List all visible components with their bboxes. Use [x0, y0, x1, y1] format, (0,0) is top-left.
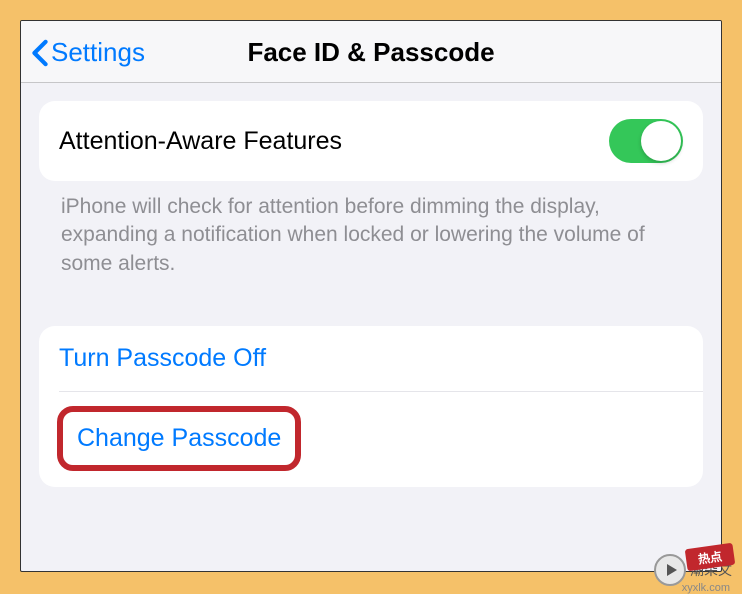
watermark-url: xyxlk.com — [682, 582, 730, 594]
turn-passcode-off-row[interactable]: Turn Passcode Off — [39, 326, 703, 391]
back-button[interactable]: Settings — [31, 37, 145, 68]
attention-group: Attention-Aware Features — [39, 101, 703, 181]
attention-aware-toggle[interactable] — [609, 119, 683, 163]
chevron-left-icon — [31, 39, 49, 67]
highlight-annotation: Change Passcode — [57, 406, 301, 471]
change-passcode-row[interactable]: Change Passcode — [39, 392, 703, 487]
back-label: Settings — [51, 37, 145, 68]
attention-aware-label: Attention-Aware Features — [59, 127, 342, 156]
navbar: Settings Face ID & Passcode — [21, 21, 721, 83]
passcode-group: Turn Passcode Off Change Passcode — [39, 326, 703, 487]
settings-screen: Settings Face ID & Passcode Attention-Aw… — [20, 20, 722, 572]
attention-footer-text: iPhone will check for attention before d… — [39, 181, 703, 278]
toggle-knob — [641, 121, 681, 161]
attention-aware-row[interactable]: Attention-Aware Features — [39, 101, 703, 181]
change-passcode-label: Change Passcode — [77, 424, 281, 452]
turn-passcode-off-label: Turn Passcode Off — [59, 344, 266, 373]
content: Attention-Aware Features iPhone will che… — [21, 83, 721, 487]
